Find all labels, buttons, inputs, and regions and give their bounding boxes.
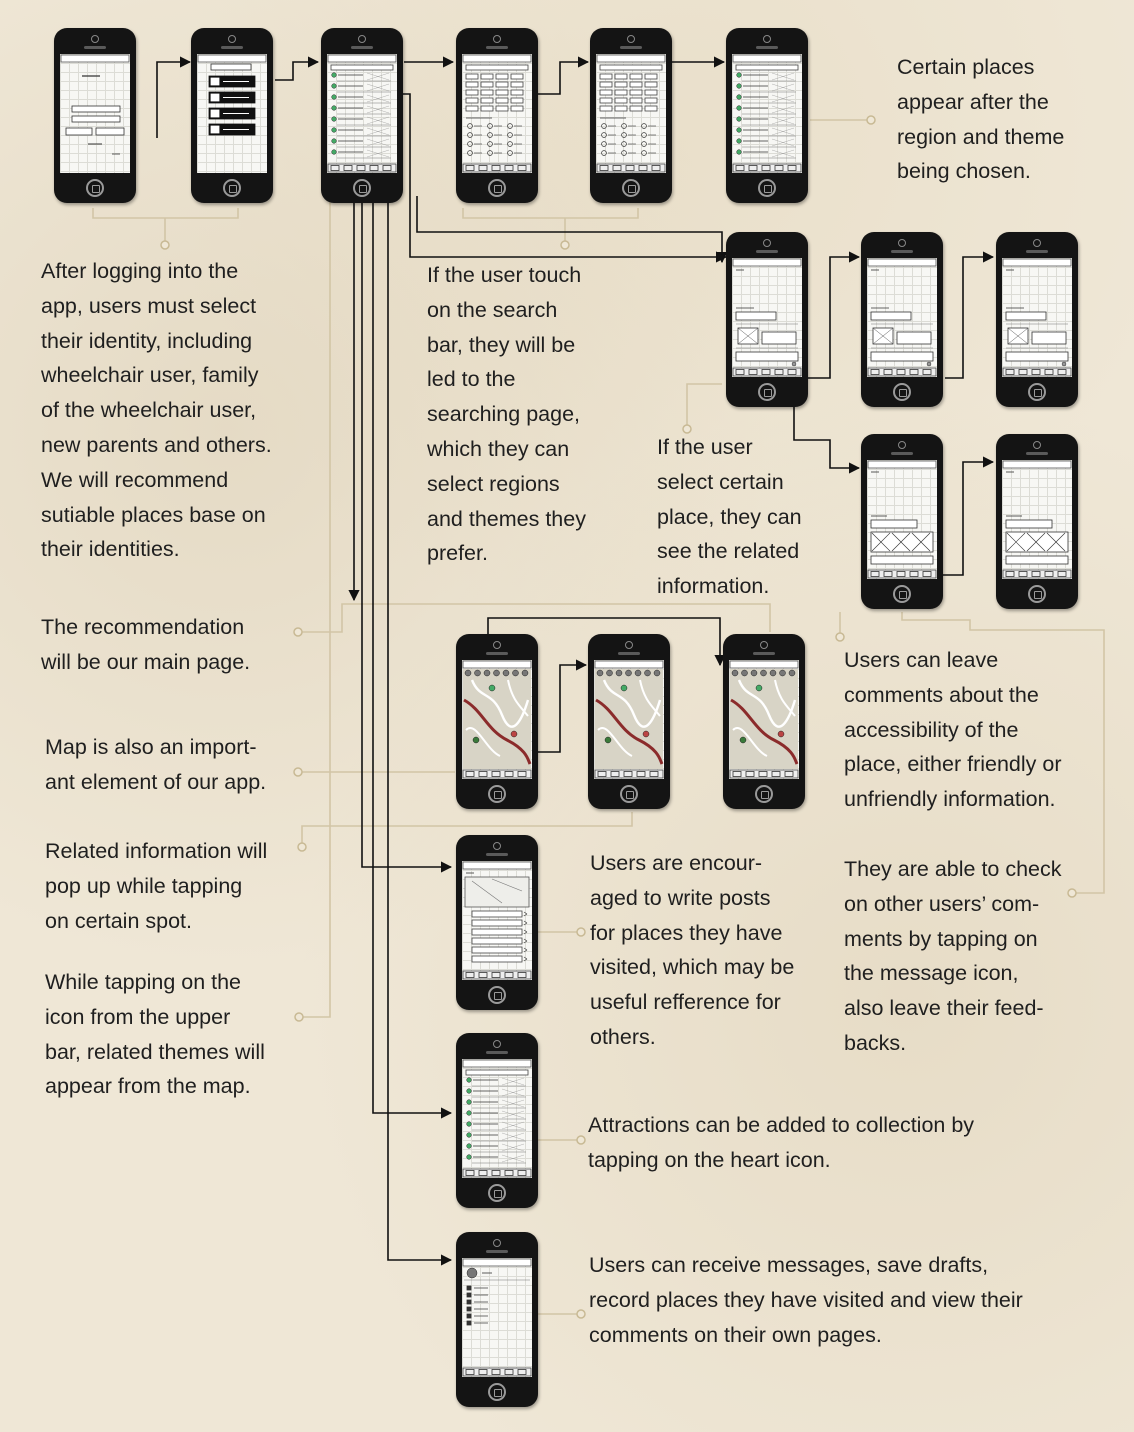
camera-icon [760,641,768,649]
phone-place-comments [861,434,943,609]
screen-sketch-detail [1002,258,1072,377]
phone-recommendation-list [321,28,403,203]
home-button-icon [620,785,638,803]
speaker-grille [756,46,778,49]
annotation-related-info: Related information will pop up while ta… [45,839,268,933]
annotation-recommendation: The recommendation will be our main page… [41,615,251,674]
annotation-posts: Users are encour- aged to write posts fo… [590,851,795,1049]
home-button-icon [755,785,773,803]
speaker-grille [891,452,913,455]
speaker-grille [620,46,642,49]
speaker-grille [1026,250,1048,253]
speaker-grille [486,1250,508,1253]
phone-search-page-selected [590,28,672,203]
annotation-messages: Users can receive messages, save drafts,… [589,1253,1023,1347]
home-button-icon [488,179,506,197]
camera-icon [358,35,366,43]
screen-sketch-search [596,54,666,173]
home-button-icon [893,383,911,401]
screen-sketch-comments [867,460,937,579]
home-button-icon [223,179,241,197]
phone-posts [456,835,538,1010]
speaker-grille [756,250,778,253]
camera-icon [625,641,633,649]
camera-icon [898,239,906,247]
phone-profile [456,1232,538,1407]
phone-map-themes [723,634,805,809]
annotation-certain-places: Certain places appear after the region a… [897,55,1065,184]
speaker-grille [221,46,243,49]
phone-comment-write [861,232,943,407]
screen-sketch-detail [867,258,937,377]
phone-identity-select [191,28,273,203]
annotation-collection: Attractions can be added to collection b… [588,1113,975,1172]
screen-sketch-search [462,54,532,173]
home-button-icon [1028,383,1046,401]
home-button-icon [622,179,640,197]
home-button-icon [488,785,506,803]
home-button-icon [893,585,911,603]
speaker-grille [753,652,775,655]
annotation-comments: Users can leave comments about the acces… [844,648,1062,812]
phone-map-popup [588,634,670,809]
camera-icon [228,35,236,43]
screen-sketch-map [729,660,799,779]
phone-comment-posted [996,232,1078,407]
speaker-grille [891,250,913,253]
annotation-map: Map is also an import- ant element of ou… [45,735,267,794]
speaker-grille [486,46,508,49]
home-button-icon [1028,585,1046,603]
home-button-icon [488,1184,506,1202]
speaker-grille [84,46,106,49]
screen-sketch-list [462,1059,532,1178]
camera-icon [1033,441,1041,449]
screen-sketch-identity [197,54,267,173]
phone-place-detail [726,232,808,407]
camera-icon [898,441,906,449]
phone-collection [456,1033,538,1208]
screen-sketch-profile [462,1258,532,1377]
speaker-grille [486,853,508,856]
screen-sketch-detail [732,258,802,377]
home-button-icon [86,179,104,197]
phone-search-results [726,28,808,203]
screen-sketch-map [594,660,664,779]
camera-icon [493,35,501,43]
camera-icon [91,35,99,43]
annotation-check-comments: They are able to check on other users’ c… [844,857,1062,1055]
home-button-icon [353,179,371,197]
phone-comment-feedback [996,434,1078,609]
camera-icon [493,1239,501,1247]
annotation-identity: After logging into the app, users must s… [41,259,272,562]
speaker-grille [351,46,373,49]
home-button-icon [488,986,506,1004]
annotation-select-place: If the user select certain place, they c… [657,435,802,599]
speaker-grille [1026,452,1048,455]
speaker-grille [618,652,640,655]
screen-sketch-posts [462,861,532,980]
screen-sketch-login [60,54,130,173]
camera-icon [493,1040,501,1048]
camera-icon [763,35,771,43]
camera-icon [493,842,501,850]
annotation-search: If the user touch on the search bar, the… [427,263,586,566]
screen-sketch-map [462,660,532,779]
camera-icon [627,35,635,43]
screen-sketch-comments [1002,460,1072,579]
home-button-icon [758,383,776,401]
camera-icon [493,641,501,649]
camera-icon [1033,239,1041,247]
screen-sketch-list [327,54,397,173]
speaker-grille [486,652,508,655]
annotation-icon-themes: While tapping on the icon from the upper… [45,970,265,1099]
phone-login [54,28,136,203]
speaker-grille [486,1051,508,1054]
home-button-icon [488,1383,506,1401]
home-button-icon [758,179,776,197]
phone-search-page [456,28,538,203]
camera-icon [763,239,771,247]
screen-sketch-list [732,54,802,173]
phone-map-main [456,634,538,809]
